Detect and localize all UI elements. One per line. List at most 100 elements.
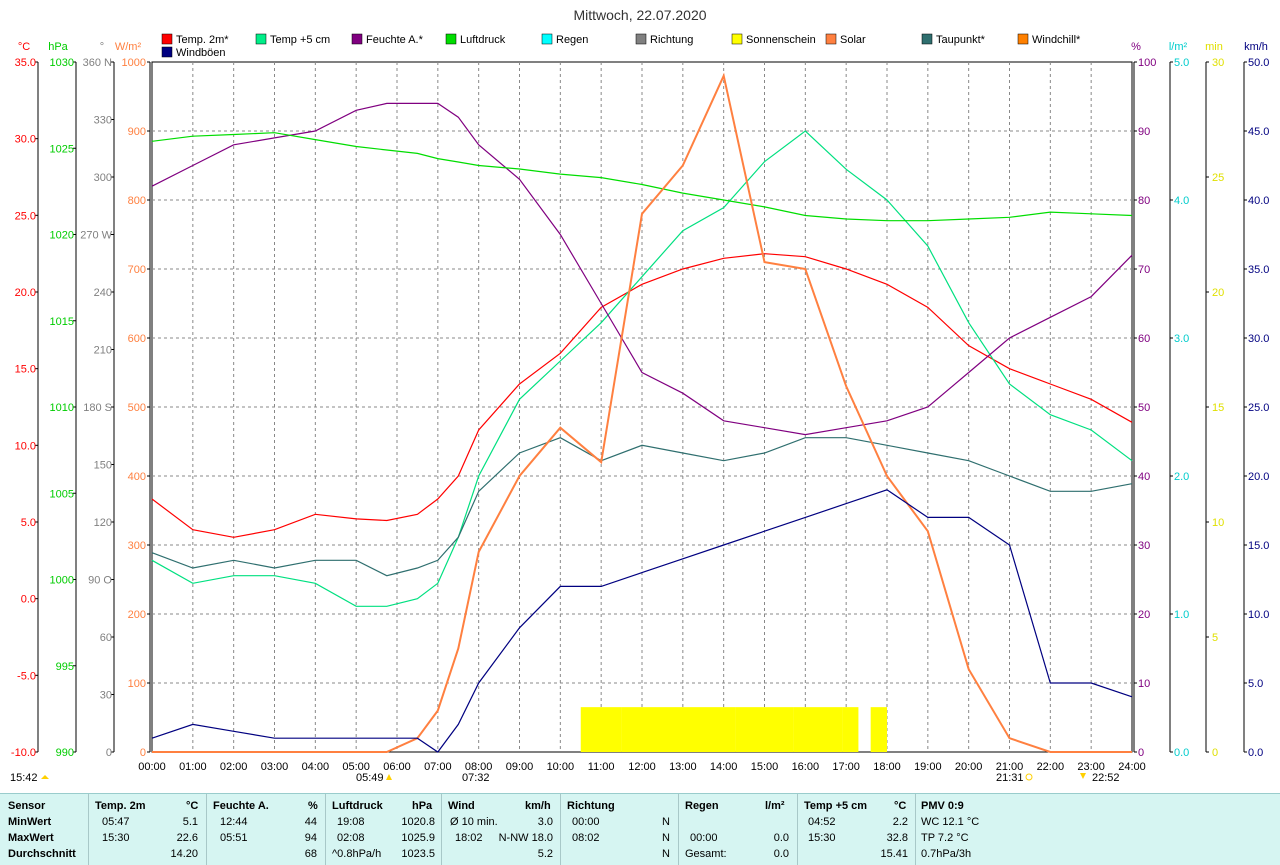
legend-label: Sonnenschein: [746, 34, 816, 46]
sunshine-block: [793, 707, 843, 752]
sun_min-tick-label: 25: [1212, 172, 1224, 184]
direction-tick-label: 210: [94, 345, 112, 357]
humidity-tick-label: 10: [1138, 678, 1150, 690]
time-tick-label: 15:00: [751, 761, 779, 773]
legend-label: Temp +5 cm: [270, 34, 330, 46]
cell: 1025.9: [401, 832, 435, 844]
time-tick-label: 14:00: [710, 761, 738, 773]
solar-tick-label: 800: [128, 195, 146, 207]
legend-label: Windchill*: [1032, 34, 1081, 46]
sunshine-blocks: [580, 707, 887, 752]
legend-label: Feuchte A.*: [366, 34, 424, 46]
cell: 00:00: [690, 832, 718, 844]
solar-tick-label: 700: [128, 264, 146, 276]
time-tick-label: 13:00: [669, 761, 697, 773]
cell: 04:52: [808, 816, 836, 828]
cell: 68: [304, 848, 317, 860]
rain-tick-label: 0.0: [1174, 747, 1189, 759]
sun_min-tick-label: 0: [1212, 747, 1218, 759]
cell: 2.2: [892, 816, 908, 828]
direction-tick-label: 90 O: [88, 575, 112, 587]
sun-min-unit-label: min: [1205, 41, 1223, 53]
time-tick-label: 06:00: [383, 761, 411, 773]
cell: N: [662, 832, 670, 844]
cell: 18:02: [455, 832, 483, 844]
sunshine-block: [735, 707, 794, 752]
cell: 0.7hPa/3h: [921, 848, 972, 860]
wind-tick-label: 15.0: [1248, 540, 1269, 552]
cell: TP 7.2 °C: [921, 832, 969, 844]
temp-tick-label: 15.0: [15, 364, 36, 376]
temp-tick-label: 20.0: [15, 287, 36, 299]
time-tick-label: 07:00: [424, 761, 452, 773]
legend-swatch: [445, 33, 457, 45]
time-tick-label: 12:00: [628, 761, 656, 773]
cell: 15.41: [880, 848, 908, 860]
th-dir: Richtung: [567, 800, 615, 812]
time-tick-label: 16:00: [792, 761, 820, 773]
solar-tick-label: 100: [128, 678, 146, 690]
cell: 05:51: [220, 832, 248, 844]
humidity-tick-label: 0: [1138, 747, 1144, 759]
cell: 22.6: [176, 832, 198, 844]
time-tick-label: 24:00: [1118, 761, 1146, 773]
cell: 5.1: [182, 816, 198, 828]
th-press-unit: hPa: [412, 800, 433, 812]
time-tick-label: 19:00: [914, 761, 942, 773]
cell: 12:44: [220, 816, 248, 828]
cell: 1020.8: [401, 816, 435, 828]
time-tick-label: 18:00: [873, 761, 901, 773]
th-rain-unit: l/m²: [765, 800, 785, 812]
legend-label: Regen: [556, 34, 588, 46]
temp-unit-label: °C: [18, 41, 30, 53]
temp-tick-label: 5.0: [21, 517, 36, 529]
humidity-tick-label: 20: [1138, 609, 1150, 621]
direction-tick-label: 150: [94, 460, 112, 472]
sunshine-block: [842, 707, 859, 752]
wind-tick-label: 40.0: [1248, 195, 1269, 207]
wind-tick-label: 45.0: [1248, 126, 1269, 138]
sun_min-tick-label: 15: [1212, 402, 1224, 414]
pressure-tick-label: 1025: [50, 143, 74, 155]
th-wind-unit: km/h: [525, 800, 551, 812]
time-tick-label: 20:00: [955, 761, 983, 773]
humidity-tick-label: 30: [1138, 540, 1150, 552]
sun_min-tick-label: 10: [1212, 517, 1224, 529]
direction-tick-label: 120: [94, 517, 112, 529]
th-hum: Feuchte A.: [213, 800, 269, 812]
moonset-icon: [1080, 773, 1086, 779]
sun_min-tick-label: 30: [1212, 57, 1224, 69]
wind-tick-label: 20.0: [1248, 471, 1269, 483]
cell: N: [662, 816, 670, 828]
cell: N: [662, 848, 670, 860]
wind-tick-label: 50.0: [1248, 57, 1269, 69]
pressure-tick-label: 1015: [50, 316, 74, 328]
rain-tick-label: 2.0: [1174, 471, 1189, 483]
cell: ^0.8hPa/h: [332, 848, 382, 860]
direction-tick-label: 240: [94, 287, 112, 299]
time-tick-label: 22:00: [1037, 761, 1065, 773]
th-temp-unit: °C: [186, 800, 199, 812]
humidity-tick-label: 50: [1138, 402, 1150, 414]
wind-tick-label: 35.0: [1248, 264, 1269, 276]
solar-unit-label: W/m²: [115, 41, 142, 53]
humidity-tick-label: 40: [1138, 471, 1150, 483]
th-wind: Wind: [448, 800, 475, 812]
legend-swatch: [541, 33, 553, 45]
sunrise-label: 05:49: [356, 772, 384, 784]
wind-tick-label: 0.0: [1248, 747, 1263, 759]
legend-label: Luftdruck: [460, 34, 506, 46]
legend-label: Taupunkt*: [936, 34, 986, 46]
sun_min-tick-label: 5: [1212, 632, 1218, 644]
solar-tick-label: 900: [128, 126, 146, 138]
humidity-tick-label: 100: [1138, 57, 1156, 69]
temp-tick-label: -5.0: [17, 670, 36, 682]
humidity-tick-label: 60: [1138, 333, 1150, 345]
time-tick-label: 11:00: [588, 761, 615, 773]
temp-tick-label: -10.0: [11, 747, 36, 759]
legend: Temp. 2m* Temp +5 cm Feuchte A.* Luftdruck R…: [161, 33, 1081, 59]
legend-swatch: [161, 46, 173, 58]
legend-swatch: [161, 33, 173, 45]
row-label: Durchschnitt: [8, 848, 76, 860]
wind-tick-label: 5.0: [1248, 678, 1263, 690]
